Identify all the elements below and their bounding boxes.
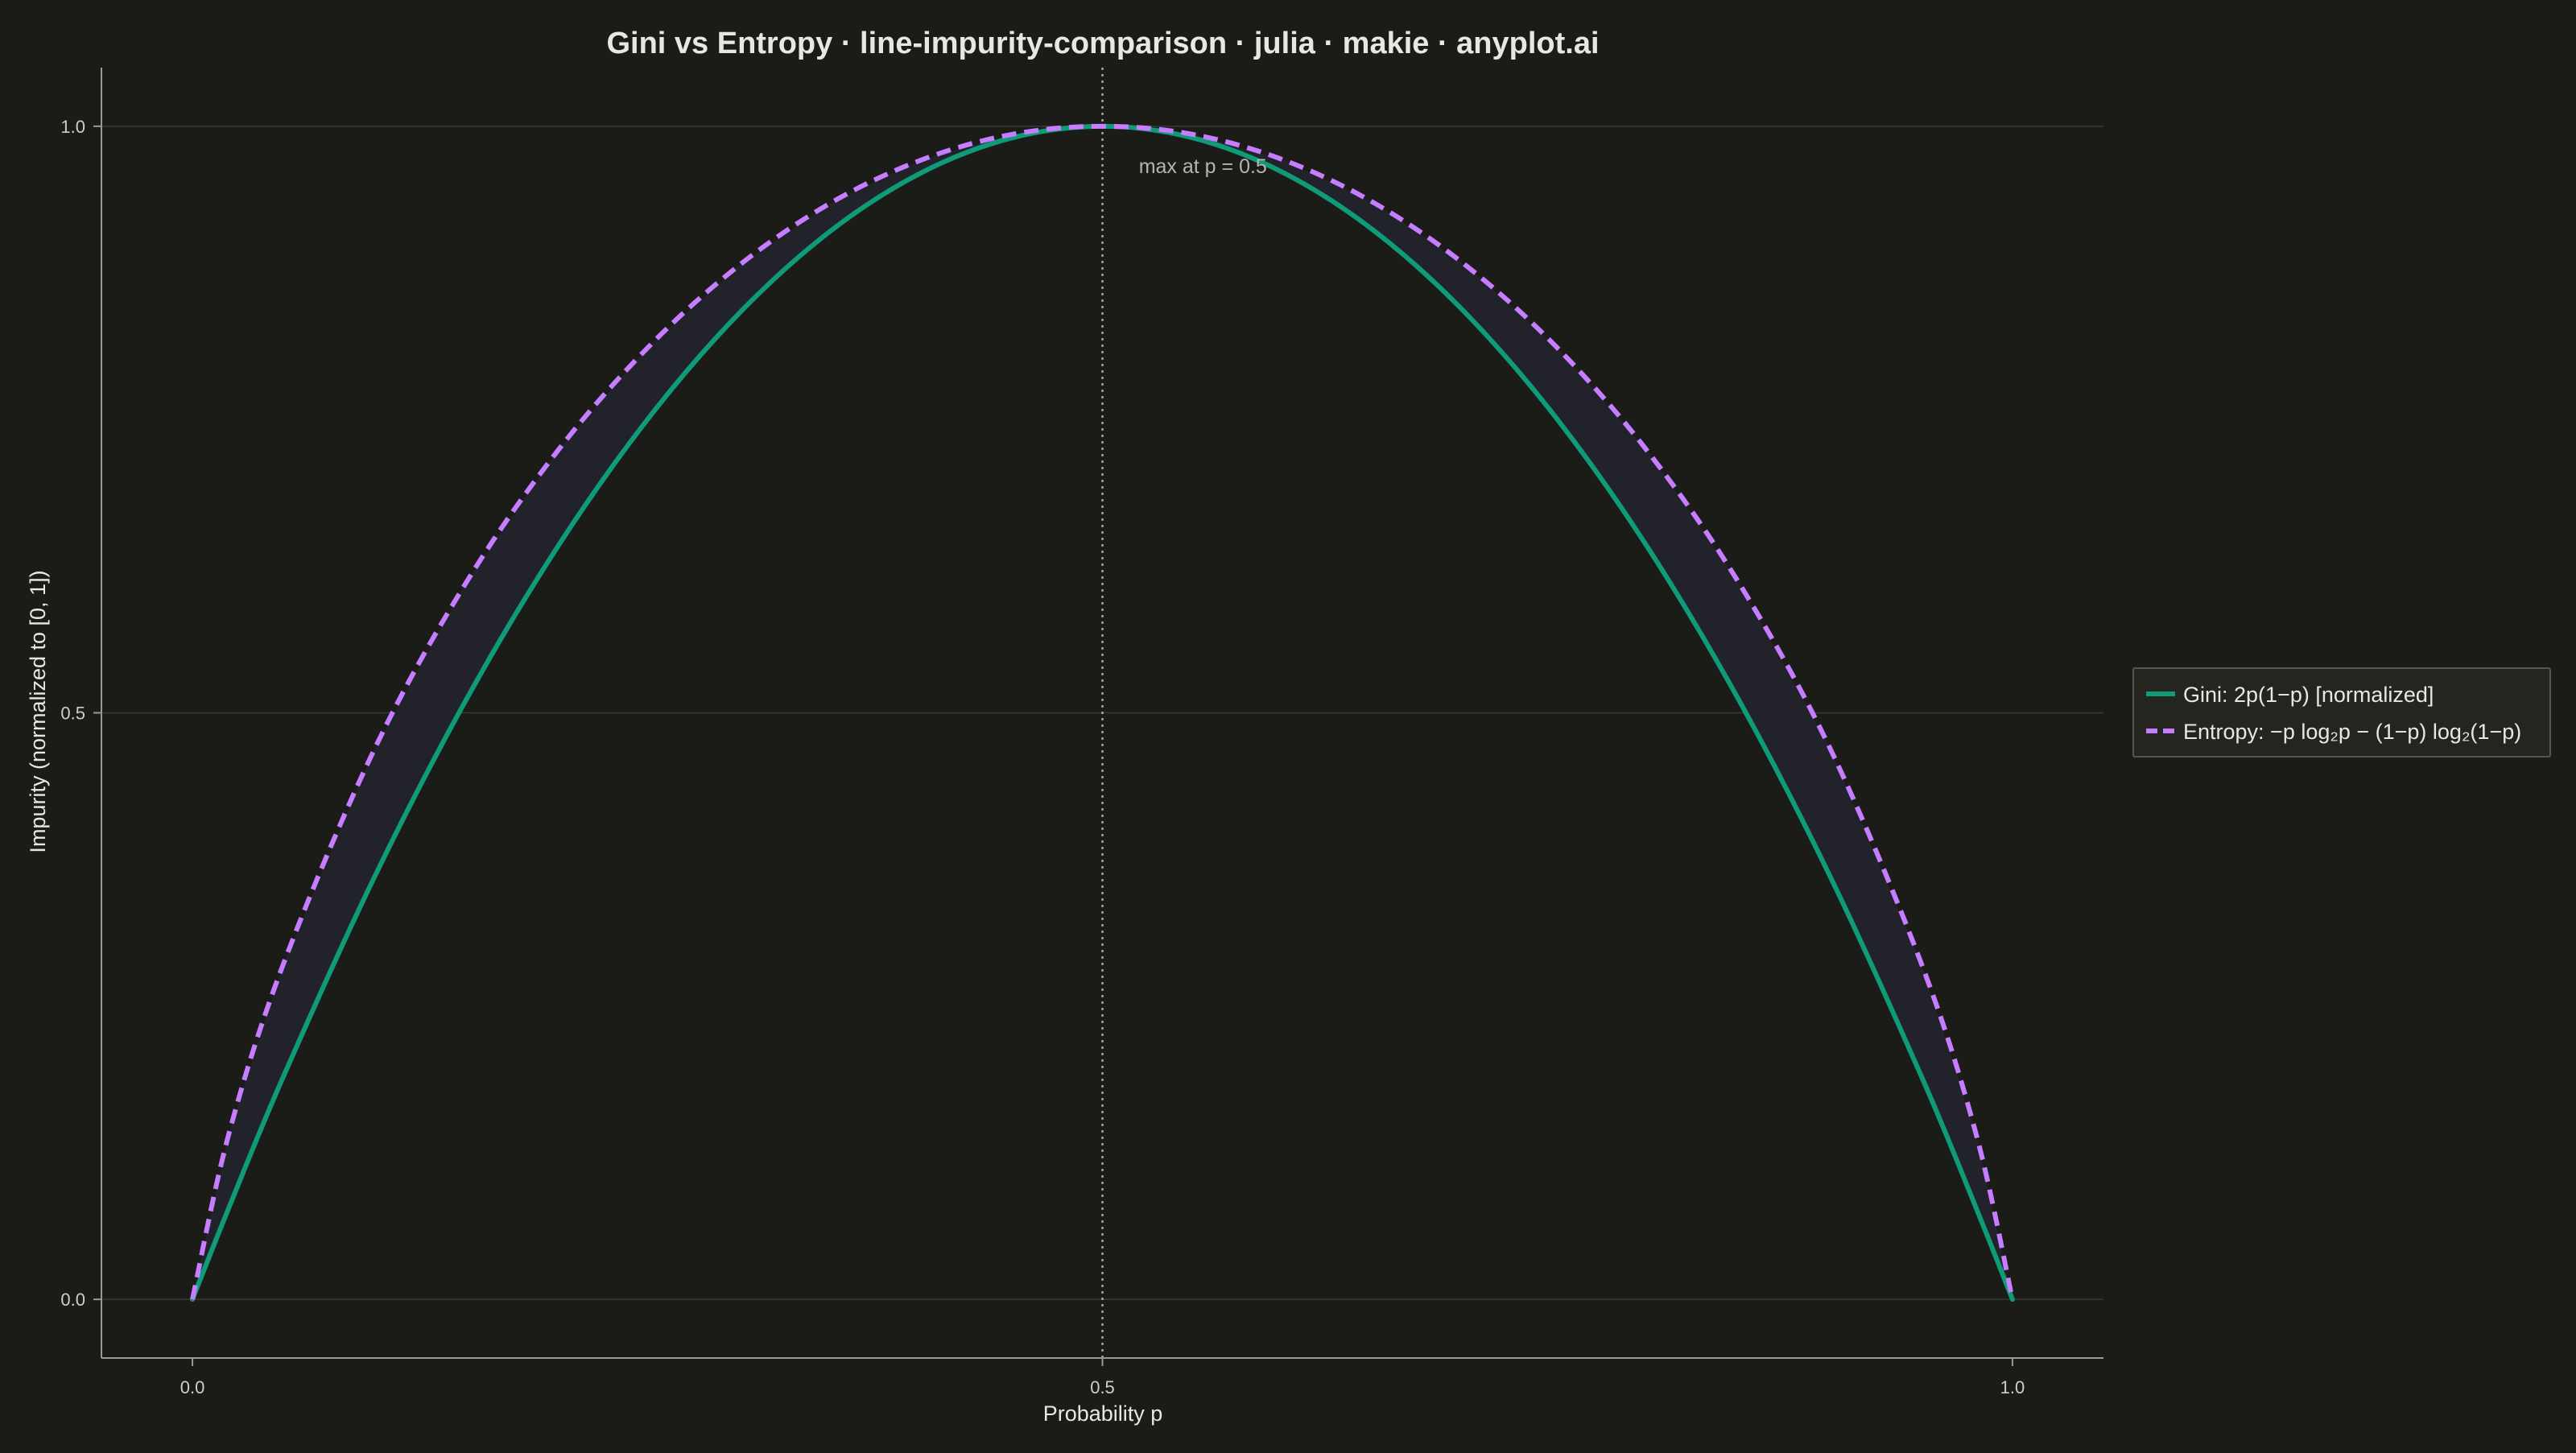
impurity-chart: 0.0 0.5 1.0 0.0 0.5 1.0 Gini vs Entropy · lin… — [0, 0, 2576, 1449]
y-tick-label-1: 0.5 — [60, 704, 85, 724]
legend-label-entropy: Entropy: −p log₂p − (1−p) log₂(1−p) — [2183, 720, 2521, 744]
chart-title: Gini vs Entropy · line-impurity-comparis… — [606, 27, 1599, 60]
y-tick-label-2: 1.0 — [60, 117, 85, 137]
x-tick-label-2: 1.0 — [2000, 1377, 2025, 1397]
max-annotation: max at p = 0.5 — [1139, 155, 1267, 178]
x-tick-label-0: 0.0 — [180, 1377, 205, 1397]
y-axis-label: Impurity (normalized to [0, 1]) — [26, 570, 50, 852]
legend-label-gini: Gini: 2p(1−p) [normalized] — [2183, 683, 2434, 707]
y-tick-label-0: 0.0 — [60, 1290, 85, 1310]
x-tick-label-1: 0.5 — [1090, 1377, 1115, 1397]
x-axis-label: Probability p — [1043, 1401, 1163, 1426]
legend: Gini: 2p(1−p) [normalized] Entropy: −p l… — [2132, 667, 2551, 757]
chart-root: 0.0 0.5 1.0 0.0 0.5 1.0 Gini vs Entropy · lin… — [0, 0, 2576, 1449]
